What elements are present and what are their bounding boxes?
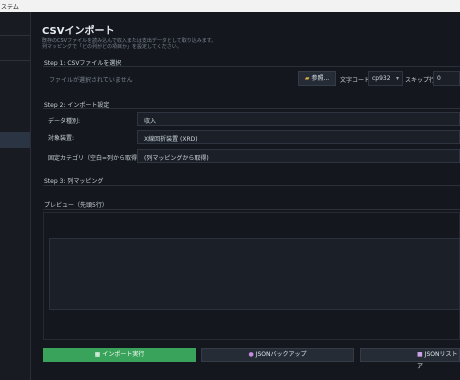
device-label: 対象装置:	[48, 135, 75, 142]
chevron-down-icon: ▾	[396, 75, 400, 82]
file-path-display: ファイルが選択されていません	[49, 77, 133, 84]
data-type-select[interactable]: 収入	[137, 112, 460, 126]
preview-table[interactable]	[49, 238, 460, 310]
section-divider	[43, 66, 460, 67]
grid-icon: ▦	[94, 351, 101, 358]
page-title: CSVインポート	[42, 26, 115, 37]
json-restore-label: JSONリストア	[417, 351, 458, 370]
json-backup-button[interactable]: ● JSONバックアップ	[201, 348, 354, 362]
skip-rows-value: 0	[437, 75, 441, 82]
category-select[interactable]: (列マッピングから取得)	[137, 149, 460, 163]
section-divider	[43, 209, 460, 210]
browse-button[interactable]: ▰ 参照...	[298, 71, 336, 86]
device-value: X線回折装置 (XRD)	[144, 136, 198, 143]
category-label: 固定カテゴリ（空白=列から取得）:	[48, 155, 146, 162]
json-restore-button[interactable]: ■ JSONリストア	[360, 348, 460, 370]
sidebar-item-active[interactable]	[0, 132, 30, 148]
data-type-label: データ種別:	[48, 118, 81, 125]
sidebar	[0, 12, 31, 380]
preview-label: プレビュー（先頭5行）	[44, 202, 108, 209]
window-title: ステム	[1, 4, 19, 11]
section-divider	[43, 185, 460, 186]
person-icon: ●	[248, 351, 254, 358]
json-backup-label: JSONバックアップ	[255, 351, 307, 358]
sidebar-divider	[0, 35, 30, 36]
folder-icon: ▰	[304, 75, 310, 82]
save-icon: ■	[417, 351, 423, 358]
browse-button-label: 参照...	[311, 75, 330, 82]
skip-rows-input[interactable]: 0	[433, 71, 460, 86]
step3-label: Step 3: 列マッピング	[44, 178, 104, 185]
page-description-line2: 列マッピングで「どの列がどの項目か」を設定してください。	[42, 44, 182, 50]
encoding-select[interactable]: cp932 ▾	[368, 71, 403, 86]
import-button[interactable]: ▦ インポート実行	[43, 348, 196, 362]
section-divider	[43, 108, 460, 109]
main-panel: CSVインポート 既存のCSVファイルを読み込んで収入または支出データとして取り…	[31, 12, 460, 380]
import-button-label: インポート実行	[102, 351, 145, 358]
encoding-value: cp932	[372, 75, 391, 82]
device-select[interactable]: X線回折装置 (XRD)	[137, 130, 460, 144]
data-type-value: 収入	[144, 118, 157, 125]
sidebar-divider	[0, 60, 30, 61]
category-value: (列マッピングから取得)	[144, 155, 209, 162]
window-titlebar: ステム	[0, 0, 460, 12]
